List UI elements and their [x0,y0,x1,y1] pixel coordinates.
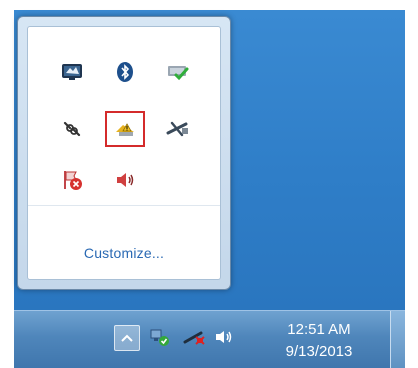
display-icon[interactable] [55,57,89,87]
network-check-icon[interactable] [161,57,195,87]
popup-divider [28,205,220,206]
bluetooth-icon[interactable] [108,57,142,87]
volume-tray-icon[interactable] [212,325,236,349]
show-desktop-button[interactable] [390,311,405,368]
screen-edge [0,0,14,367]
show-hidden-icons-button[interactable] [114,325,140,351]
network-disabled-icon[interactable] [161,114,195,144]
connection-icon[interactable] [55,114,89,144]
network-disabled-tray-icon[interactable] [182,325,206,349]
clock-time: 12:51 AM [287,321,351,338]
notification-overflow-panel: Customize... [27,26,221,280]
action-center-icon[interactable] [55,165,89,195]
network-status-icon[interactable] [148,325,172,349]
notification-overflow-popup: Customize... [17,16,231,290]
wireless-warning-icon[interactable] [105,111,145,147]
taskbar: 12:51 AM 9/13/2013 [14,310,405,368]
taskbar-clock[interactable]: 12:51 AM 9/13/2013 [274,319,364,363]
customize-link[interactable]: Customize... [28,245,220,261]
clock-date: 9/13/2013 [285,343,353,360]
volume-icon[interactable] [108,165,142,195]
